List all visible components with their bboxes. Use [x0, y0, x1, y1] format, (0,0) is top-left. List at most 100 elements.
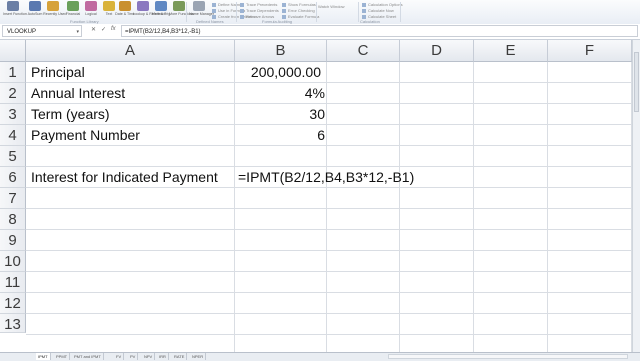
ribbon-command[interactable]: Calculate Now: [362, 8, 394, 13]
vertical-scrollbar[interactable]: [632, 40, 640, 352]
select-all-corner[interactable]: [0, 40, 26, 62]
ribbon-command-label: Trace Precedents: [246, 2, 278, 7]
ribbon-command-label: Calculate Now: [368, 8, 394, 13]
sheet-tab-1[interactable]: PPMT: [54, 353, 71, 360]
ribbon-group-separator: [400, 2, 401, 22]
ribbon-command-label: Calculation Options: [368, 2, 403, 7]
row-header-12[interactable]: 12: [0, 293, 26, 314]
grid-column-line: [473, 62, 474, 352]
column-header-C[interactable]: C: [327, 40, 400, 62]
grid-row-line: [26, 271, 640, 272]
cell-B1[interactable]: 200,000.00: [235, 62, 321, 83]
row-header-3[interactable]: 3: [0, 104, 26, 125]
command-icon: [362, 8, 366, 13]
row-header-4[interactable]: 4: [0, 125, 26, 146]
ribbon-command[interactable]: Calculation Options: [362, 2, 403, 7]
sheet-tab-0[interactable]: IPMT: [36, 353, 51, 360]
ribbon-command[interactable]: Show Formulas: [282, 2, 316, 7]
command-icon: [240, 14, 244, 19]
command-icon: [212, 2, 216, 7]
sheet-tab-5[interactable]: NPV: [142, 353, 156, 360]
sigma-icon: [29, 1, 41, 11]
formula-input[interactable]: =IPMT(B2/12,B4,B3*12,-B1): [121, 25, 638, 37]
row-header-13[interactable]: 13: [0, 314, 26, 333]
lookup-icon: [137, 1, 149, 11]
ribbon-group-separator: [236, 2, 237, 22]
row-header-7[interactable]: 7: [0, 188, 26, 209]
row-header-10[interactable]: 10: [0, 251, 26, 272]
cell-A1[interactable]: Principal: [31, 62, 85, 83]
row-header-8[interactable]: 8: [0, 209, 26, 230]
column-header-A[interactable]: A: [26, 40, 235, 62]
ribbon-command[interactable]: Trace Dependents: [240, 8, 279, 13]
sheet-tab-4[interactable]: PV: [128, 353, 139, 360]
ribbon-button-label: Recently Used: [43, 11, 67, 16]
ribbon-command[interactable]: Error Checking: [282, 8, 315, 13]
cell-B4[interactable]: 6: [235, 125, 325, 146]
cell-B3[interactable]: 30: [235, 104, 325, 125]
row-header-6[interactable]: 6: [0, 167, 26, 188]
column-header-B[interactable]: B: [235, 40, 327, 62]
ribbon-command-label: Trace Dependents: [246, 8, 279, 13]
ribbon: Insert Function AutoSum Recently Used Finan…: [0, 0, 640, 25]
chevron-down-icon[interactable]: ▾: [76, 26, 79, 38]
command-icon: [282, 8, 286, 13]
row-header-1[interactable]: 1: [0, 62, 26, 83]
sheet-tab-7[interactable]: RATE: [172, 353, 188, 360]
fx-icon: [7, 1, 19, 11]
command-icon: [282, 2, 286, 7]
grid-row-line: [26, 313, 640, 314]
ribbon-button-label: Name Manager: [189, 11, 214, 16]
ribbon-command-label: Show Formulas: [288, 2, 316, 7]
vertical-scroll-thumb[interactable]: [634, 52, 639, 112]
cell-A4[interactable]: Payment Number: [31, 125, 140, 146]
ribbon-command[interactable]: Trace Precedents: [240, 2, 277, 7]
row-header-11[interactable]: 11: [0, 272, 26, 293]
star-icon: [47, 1, 59, 11]
grid-column-line: [399, 62, 400, 352]
sheet-tab-3[interactable]: FV: [114, 353, 125, 360]
name-box-value: VLOOKUP: [7, 29, 37, 35]
enter-formula-button[interactable]: ✓: [101, 26, 106, 33]
watch-window-button[interactable]: Watch Window: [318, 4, 345, 9]
cell-A2[interactable]: Annual Interest: [31, 83, 125, 104]
row-header-9[interactable]: 9: [0, 230, 26, 251]
ribbon-group-separator: [186, 2, 187, 22]
column-header-F[interactable]: F: [548, 40, 632, 62]
command-icon: [240, 2, 244, 7]
book-icon: [67, 1, 79, 11]
row-header-2[interactable]: 2: [0, 83, 26, 104]
cell-A6[interactable]: Interest for Indicated Payment: [31, 167, 218, 188]
cell-B6-editing[interactable]: =IPMT(B2/12,B4,B3*12,-B1): [238, 167, 414, 188]
ribbon-command-label: Error Checking: [288, 8, 315, 13]
ribbon-button-label: Insert Function: [3, 11, 27, 16]
formula-bar: VLOOKUP ▾ ✕ ✓ fx =IPMT(B2/12,B4,B3*12,-B…: [0, 24, 640, 40]
name-manager-icon: [193, 1, 205, 11]
cell-A3[interactable]: Term (years): [31, 104, 110, 125]
horizontal-scrollbar[interactable]: [388, 354, 628, 359]
sheet-tab-6[interactable]: IRR: [157, 353, 169, 360]
clock-icon: [119, 1, 131, 11]
cell-B2[interactable]: 4%: [235, 83, 325, 104]
ribbon-command-label: Define Name: [218, 2, 242, 7]
insert-function-icon[interactable]: fx: [111, 26, 116, 32]
grid-row-line: [26, 334, 640, 335]
more-functions-icon: [173, 1, 185, 11]
grid-row-line: [26, 250, 640, 251]
column-header-D[interactable]: D: [400, 40, 474, 62]
grid-row-line: [26, 292, 640, 293]
name-box[interactable]: VLOOKUP ▾: [2, 25, 82, 37]
sheet-tab-2[interactable]: PMT and IPMT: [72, 353, 104, 360]
command-icon: [212, 8, 216, 13]
sheet-tab-8[interactable]: NPER: [190, 353, 207, 360]
column-header-E[interactable]: E: [474, 40, 548, 62]
ribbon-group-separator: [316, 2, 317, 22]
grid-row-line: [26, 208, 640, 209]
grid-column-line: [547, 62, 548, 352]
ribbon-button-2[interactable]: Recently Used: [42, 0, 67, 22]
grid-column-line: [326, 62, 327, 352]
ribbon-group-separator: [358, 2, 359, 22]
row-header-5[interactable]: 5: [0, 146, 26, 167]
cancel-formula-button[interactable]: ✕: [91, 26, 96, 33]
ribbon-button-0[interactable]: Insert Function: [2, 0, 27, 22]
